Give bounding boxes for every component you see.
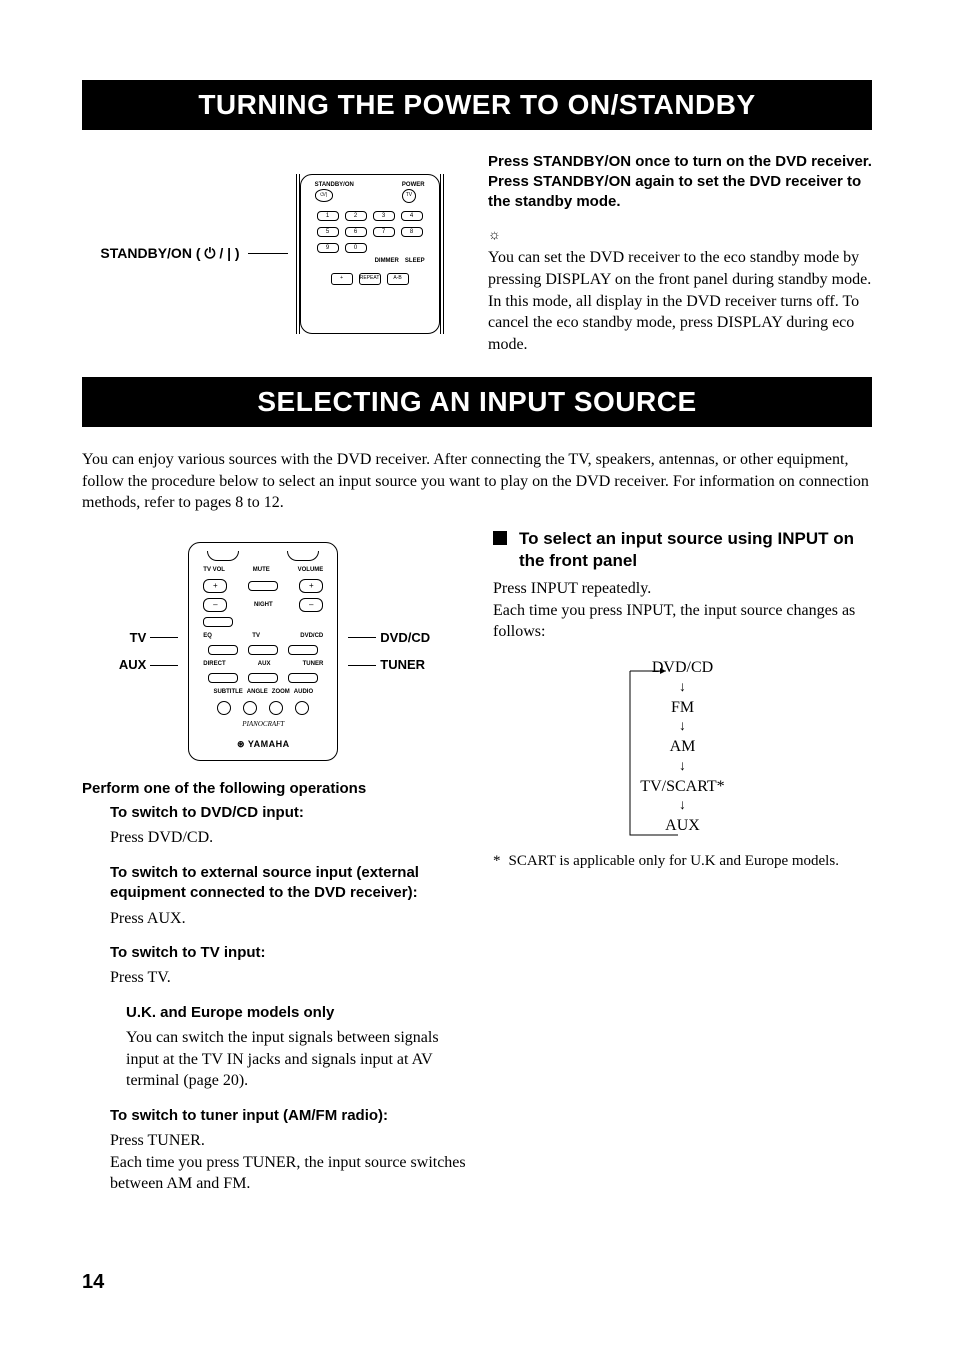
intro-paragraph: You can enjoy various sources with the D…: [82, 449, 872, 514]
mute-button: [248, 581, 278, 591]
tuner-callout: TUNER: [380, 656, 425, 674]
aux-callout: AUX: [119, 656, 146, 674]
eq-button: [208, 645, 238, 655]
eco-tip: You can set the DVD receiver to the eco …: [488, 247, 872, 355]
tuner-body-2: Each time you press TUNER, the input sou…: [110, 1152, 467, 1195]
uk-heading: U.K. and Europe models only: [126, 1003, 467, 1023]
aux-button: [248, 673, 278, 683]
remote-diagram-2: TV AUX TV VOL MUTE VOLUME + +: [95, 542, 455, 761]
remote-diagram-1: STANDBY/ON ( ⏻ / | ) STANDBY/ON ⏻/| POWE…: [92, 174, 452, 334]
num-4: 4: [401, 211, 423, 221]
num-6: 6: [345, 227, 367, 237]
yamaha-logo: ⊛ YAMAHA: [237, 738, 290, 750]
remote-body: STANDBY/ON ⏻/| POWER TV 1 2 3 4 5: [300, 174, 440, 334]
num-1: 1: [317, 211, 339, 221]
tv-button: [248, 645, 278, 655]
num-0: 0: [345, 243, 367, 253]
angle-label: ANGLE: [247, 688, 268, 696]
scart-footnote: * SCART is applicable only for U.K and E…: [493, 851, 872, 871]
num-7: 7: [373, 227, 395, 237]
num-2: 2: [345, 211, 367, 221]
remote-edge: [296, 174, 300, 334]
dvd-body: Press DVD/CD.: [110, 827, 467, 849]
aux-label: AUX: [258, 660, 271, 668]
zoom-label: ZOOM: [272, 688, 290, 696]
tuner-heading: To switch to tuner input (AM/FM radio):: [110, 1106, 467, 1126]
tv-heading: To switch to TV input:: [110, 943, 467, 963]
audio-label: AUDIO: [294, 688, 313, 696]
volume-label: VOLUME: [298, 566, 324, 574]
instruction-1: Press STANDBY/ON once to turn on the DVD…: [488, 152, 872, 172]
tv-label: TV: [252, 632, 260, 640]
tvvol-up: +: [203, 579, 227, 593]
tvvol-label: TV VOL: [203, 566, 225, 574]
num-3: 3: [373, 211, 395, 221]
leader-line: [248, 253, 288, 254]
instruction-2: Press STANDBY/ON again to set the DVD re…: [488, 172, 872, 213]
mute-label: MUTE: [253, 566, 270, 574]
vol-down: –: [299, 598, 323, 612]
num-8: 8: [401, 227, 423, 237]
vol-up: +: [299, 579, 323, 593]
dvdcd-callout: DVD/CD: [380, 629, 430, 647]
footnote-star: *: [493, 851, 501, 871]
page-number: 14: [82, 1269, 872, 1296]
dvdcd-label: DVD/CD: [300, 632, 323, 640]
night-label: NIGHT: [254, 601, 273, 609]
plus-button: +: [331, 273, 353, 285]
remote-edge-r: [440, 174, 444, 334]
eq-label: EQ: [203, 632, 212, 640]
num-5: 5: [317, 227, 339, 237]
ab-button: A-B: [387, 273, 409, 285]
ext-body: Press AUX.: [110, 908, 467, 930]
standby-on-label: STANDBY/ON: [315, 181, 354, 189]
press-input: Press INPUT repeatedly.: [493, 578, 872, 600]
perform-heading: Perform one of the following operations: [82, 779, 467, 799]
square-bullet-icon: [493, 531, 507, 545]
tv-power-button: TV: [402, 189, 416, 203]
ext-heading: To switch to external source input (exte…: [110, 863, 467, 904]
sleep-label: SLEEP: [405, 257, 425, 265]
pianocraft-logo: PIANOCRAFT: [242, 720, 284, 729]
tv-body: Press TV.: [110, 967, 467, 989]
tuner-body-1: Press TUNER.: [110, 1130, 467, 1152]
dimmer-label: DIMMER: [375, 257, 399, 265]
section-title-power: TURNING THE POWER TO ON/STANDBY: [82, 80, 872, 130]
repeat-button: REPEAT: [359, 273, 381, 285]
input-changes: Each time you press INPUT, the input sou…: [493, 600, 872, 643]
tip-icon: ☼: [488, 227, 872, 246]
uk-body: You can switch the input signals between…: [126, 1027, 467, 1092]
power-label: POWER: [402, 181, 425, 189]
standby-on-callout: STANDBY/ON ( ⏻ / | ): [100, 244, 239, 263]
input-cycle-diagram: DVD/CD ↓ FM ↓ AM ↓ TV/SCART* ↓ AUX: [618, 657, 748, 837]
footnote-text: SCART is applicable only for U.K and Eur…: [509, 851, 839, 871]
front-panel-heading: To select an input source using INPUT on…: [519, 528, 872, 572]
section-title-input: SELECTING AN INPUT SOURCE: [82, 377, 872, 427]
num-9: 9: [317, 243, 339, 253]
subtitle-label: SUBTITLE: [213, 688, 242, 696]
tuner-label: TUNER: [303, 660, 324, 668]
dvd-heading: To switch to DVD/CD input:: [110, 803, 467, 823]
remote-body-2: TV VOL MUTE VOLUME + + – NIGHT –: [188, 542, 338, 761]
dvdcd-button: [288, 645, 318, 655]
tv-callout: TV: [130, 629, 147, 647]
direct-button: [208, 673, 238, 683]
tvvol-down: –: [203, 598, 227, 612]
tuner-button: [288, 673, 318, 683]
standby-on-button: ⏻/|: [315, 189, 333, 202]
direct-label: DIRECT: [203, 660, 225, 668]
